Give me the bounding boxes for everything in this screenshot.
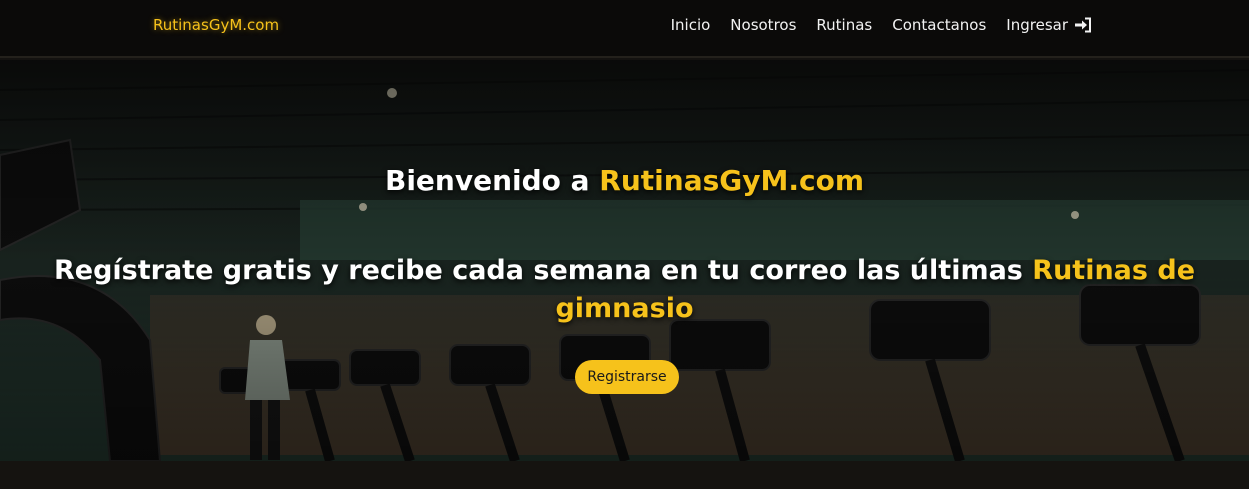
brand-logo-link[interactable]: RutinasGyM.com — [153, 16, 279, 34]
tagline-text: Regístrate gratis y recibe cada semana e… — [53, 255, 1033, 286]
nav-link-nosotros[interactable]: Nosotros — [730, 16, 796, 34]
navbar: RutinasGyM.com Inicio Nosotros Rutinas C… — [0, 0, 1249, 58]
nav-link-rutinas[interactable]: Rutinas — [816, 16, 872, 34]
login-icon — [1075, 17, 1091, 33]
nav-link-inicio[interactable]: Inicio — [671, 16, 711, 34]
register-button[interactable]: Registrarse — [575, 360, 679, 394]
welcome-brand: RutinasGyM.com — [599, 164, 865, 197]
nav-links: Inicio Nosotros Rutinas Contactanos Ingr… — [671, 16, 1092, 34]
hero-welcome-title: Bienvenido a RutinasGyM.com — [0, 164, 1249, 197]
hero-tagline: Regístrate gratis y recibe cada semana e… — [30, 252, 1219, 328]
nav-link-contactanos[interactable]: Contactanos — [892, 16, 986, 34]
hero-section: Bienvenido a RutinasGyM.com Regístrate g… — [0, 60, 1249, 461]
page-bottom-band — [0, 461, 1249, 489]
welcome-prefix: Bienvenido a — [384, 164, 600, 197]
hero-content: Bienvenido a RutinasGyM.com Regístrate g… — [0, 60, 1249, 461]
nav-link-ingresar-label: Ingresar — [1006, 16, 1068, 34]
nav-link-ingresar[interactable]: Ingresar — [1006, 16, 1092, 34]
